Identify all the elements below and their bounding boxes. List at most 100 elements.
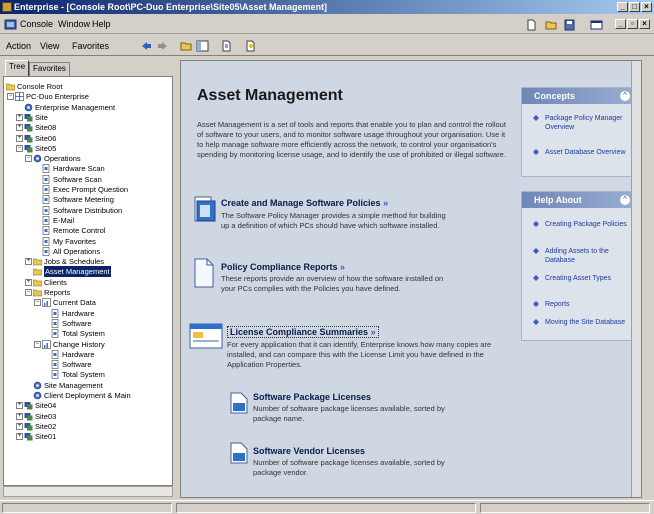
section-license-compliance-title[interactable]: License Compliance Summaries [230, 327, 368, 337]
tab-favorites[interactable]: Favorites [29, 62, 70, 76]
help-link[interactable]: Moving the Site Database [532, 318, 632, 327]
expand-toggle[interactable]: + [25, 278, 32, 286]
site-icon [24, 113, 33, 122]
folder-icon [33, 258, 42, 266]
tree-node-label[interactable]: Client Deployment & Main [44, 390, 131, 401]
help-link-label[interactable]: Creating Asset Types [545, 274, 611, 283]
up-folder-icon[interactable] [180, 40, 193, 52]
expand-toggle[interactable]: + [16, 402, 23, 410]
child-restore-button[interactable]: ▫ [627, 19, 638, 29]
maximize-button[interactable]: □ [629, 2, 640, 12]
forward-icon[interactable] [156, 40, 169, 52]
section-package-licenses-title[interactable]: Software Package Licenses [253, 392, 371, 402]
enterprise-icon [15, 92, 24, 102]
document-icon [51, 360, 59, 369]
child-minimize-button[interactable]: _ [615, 19, 626, 29]
concept-link-label[interactable]: Asset Database Overview [545, 148, 626, 157]
help-link-label[interactable]: Creating Package Policies [545, 220, 627, 229]
document-icon [42, 236, 50, 246]
help-link-label[interactable]: Moving the Site Database [545, 318, 625, 327]
expand-toggle[interactable]: + [16, 422, 23, 430]
document-icon [51, 308, 59, 318]
section-package-licenses-desc: Number of software package licenses avai… [253, 404, 445, 423]
tree-node-label[interactable]: Site01 [35, 431, 56, 442]
menu-favorites[interactable]: Favorites [72, 41, 109, 51]
collapse-toggle[interactable]: − [16, 144, 23, 152]
collapse-toggle[interactable]: − [25, 289, 32, 296]
concept-link-label[interactable]: Package Policy Manager Overview [545, 114, 632, 132]
concept-link[interactable]: Package Policy Manager Overview [532, 114, 632, 132]
menu-view[interactable]: View [40, 41, 59, 51]
collapse-toggle[interactable]: − [25, 155, 32, 163]
open-icon[interactable] [545, 19, 558, 31]
section-policies[interactable]: Create and Manage Software Policies » [221, 198, 388, 208]
menu-help[interactable]: Help [92, 19, 111, 29]
window-title: Enterprise - [Console Root\PC-Duo Enterp… [14, 2, 328, 12]
help-link-label[interactable]: Reports [545, 300, 570, 309]
tree-pane: Tree Favorites Console Root − PC-Duo Enter… [3, 60, 176, 498]
document-icon [42, 195, 50, 205]
show-tree-icon[interactable] [196, 40, 209, 52]
link-bullet-icon [533, 221, 539, 227]
expand-toggle[interactable]: + [16, 433, 23, 441]
folder-icon [33, 289, 42, 297]
expand-toggle[interactable]: + [16, 134, 23, 142]
menu-console[interactable]: Console [20, 19, 53, 29]
concept-link[interactable]: Asset Database Overview [532, 148, 632, 157]
license-summary-icon [189, 323, 223, 349]
back-icon[interactable] [140, 40, 153, 52]
section-policy-compliance[interactable]: Policy Compliance Reports » [221, 262, 345, 272]
menu-action[interactable]: Action [6, 41, 31, 51]
collapse-toggle[interactable]: − [34, 340, 41, 348]
menu-window[interactable]: Window [58, 19, 90, 29]
child-close-button[interactable]: × [639, 19, 650, 29]
tab-tree[interactable]: Tree [5, 60, 30, 76]
new-icon[interactable] [525, 19, 538, 31]
site-icon [24, 433, 33, 441]
collapse-icon[interactable]: ^ [620, 195, 630, 205]
expand-toggle[interactable]: + [16, 412, 23, 420]
site-icon [24, 134, 33, 142]
arrow-icon: » [370, 327, 376, 337]
report-icon [42, 298, 51, 308]
collapse-toggle[interactable]: − [7, 93, 14, 101]
section-vendor-licenses-title[interactable]: Software Vendor Licenses [253, 446, 365, 456]
expand-toggle[interactable]: + [25, 258, 32, 266]
console-tree[interactable]: Console Root − PC-Duo Enterprise Enterprise… [3, 76, 173, 486]
gear-icon [24, 103, 33, 111]
collapse-icon[interactable]: ^ [620, 91, 630, 101]
site-icon [24, 412, 33, 421]
content-vertical-scrollbar[interactable] [631, 61, 641, 497]
expand-toggle[interactable]: + [16, 124, 23, 132]
status-bar [0, 500, 654, 514]
help-link[interactable]: Creating Asset Types [532, 274, 632, 283]
help-icon[interactable] [244, 40, 257, 52]
collapse-toggle[interactable]: − [34, 299, 41, 307]
section-vendor-licenses-desc: Number of software package licenses avai… [253, 458, 445, 477]
site-icon [24, 422, 33, 431]
section-policy-compliance-title[interactable]: Policy Compliance Reports [221, 262, 338, 272]
help-header[interactable]: Help About ^ [522, 192, 636, 208]
gear-icon [33, 381, 42, 389]
document-icon [42, 205, 50, 215]
window-icon[interactable] [590, 19, 603, 31]
folder-icon [6, 83, 15, 91]
toolbar: Action View Favorites [0, 36, 654, 56]
tree-horizontal-scrollbar[interactable] [3, 486, 173, 497]
document-icon [42, 216, 50, 225]
help-link-label[interactable]: Adding Assets to the Database [545, 247, 632, 265]
gear-icon [33, 391, 42, 400]
close-button[interactable]: × [641, 2, 652, 12]
concepts-header[interactable]: Concepts ^ [522, 88, 636, 104]
section-license-compliance[interactable]: License Compliance Summaries » [227, 326, 379, 338]
document-icon [42, 164, 50, 174]
save-icon[interactable] [563, 19, 576, 31]
export-list-icon[interactable] [220, 40, 233, 52]
help-link[interactable]: Reports [532, 300, 632, 309]
tree-node[interactable]: Site01 [24, 431, 56, 442]
minimize-button[interactable]: _ [617, 2, 628, 12]
help-link[interactable]: Creating Package Policies [532, 220, 632, 229]
expand-toggle[interactable]: + [16, 113, 23, 121]
help-link[interactable]: Adding Assets to the Database [532, 247, 632, 265]
section-policies-title[interactable]: Create and Manage Software Policies [221, 198, 381, 208]
